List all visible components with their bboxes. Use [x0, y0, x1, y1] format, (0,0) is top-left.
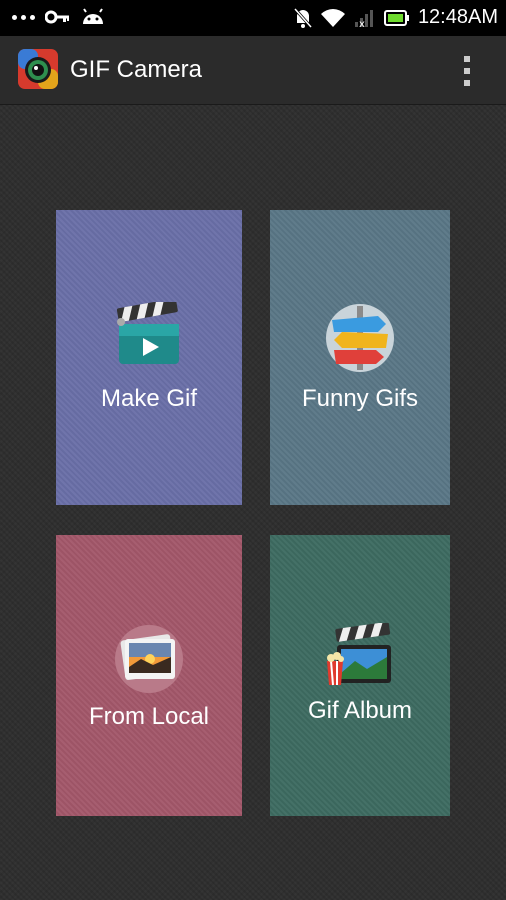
from-local-tile[interactable]: From Local	[56, 535, 242, 816]
status-time: 12:48AM	[417, 6, 498, 28]
app-title: GIF Camera	[70, 56, 203, 83]
funny-gifs-label: Funny Gifs	[301, 385, 419, 412]
status-bar: x 12:48AM	[0, 0, 506, 36]
signal-icon: x	[354, 9, 373, 28]
key-icon	[45, 10, 69, 24]
gif-camera-app-icon	[18, 49, 58, 89]
wifi-icon	[320, 8, 345, 27]
signpost-icon	[326, 304, 394, 372]
funny-gifs-tile[interactable]: Funny Gifs	[270, 210, 450, 505]
status-right-group: x 12:48AM	[293, 6, 498, 29]
gif-album-label: Gif Album	[307, 697, 413, 724]
photo-stack-icon	[115, 625, 183, 693]
action-bar: GIF Camera	[0, 36, 506, 105]
overflow-menu-icon[interactable]	[462, 56, 472, 86]
dots-icon	[12, 14, 35, 20]
clapperboard-play-icon	[116, 302, 179, 364]
status-left-group	[12, 8, 105, 26]
from-local-label: From Local	[88, 703, 210, 730]
gif-album-tile[interactable]: Gif Album	[270, 535, 450, 816]
movie-album-icon	[327, 623, 391, 686]
svg-text:x: x	[359, 19, 365, 28]
make-gif-tile[interactable]: Make Gif	[56, 210, 242, 505]
android-icon	[83, 8, 103, 24]
battery-icon	[383, 9, 409, 26]
main-content: Make Gif Funny Gifs From Local Gif Album	[0, 105, 506, 900]
make-gif-label: Make Gif	[100, 385, 198, 412]
muted-bell-icon	[293, 7, 312, 28]
